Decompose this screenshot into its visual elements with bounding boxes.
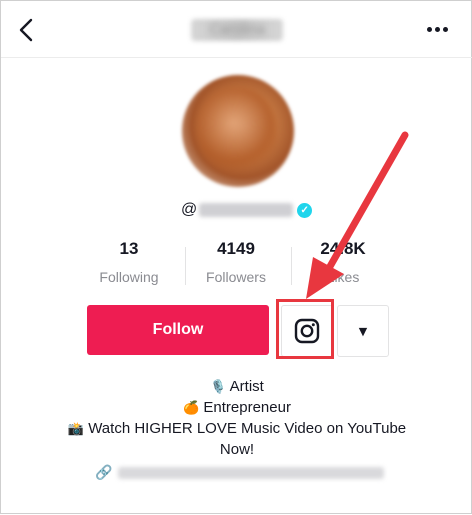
likes-label: Likes (326, 269, 360, 285)
following-count: 13 (119, 239, 139, 258)
back-button[interactable] (15, 15, 41, 45)
instagram-icon (294, 318, 320, 344)
more-horizontal-icon (427, 27, 432, 32)
triangle-down-icon: ▼ (358, 324, 368, 338)
followers-count: 4149 (217, 239, 255, 258)
username-handle-blurred (199, 203, 294, 217)
stat-following[interactable]: 13 Following (79, 239, 179, 285)
bio-line-artist: 🎙️ Artist (210, 378, 264, 395)
microphone-icon: 🎙️ (210, 380, 227, 395)
likes-count: 24.8K (320, 239, 366, 258)
suggested-accounts-dropdown[interactable]: ▼ (337, 305, 389, 357)
bio-link[interactable]: 🔗 (95, 463, 385, 483)
more-options-button[interactable] (427, 19, 453, 39)
following-label: Following (99, 269, 159, 285)
bio-link-url-blurred[interactable] (118, 467, 385, 479)
stat-likes[interactable]: 24.8K Likes (293, 239, 393, 285)
profile-name-text: Carolina (209, 21, 265, 38)
profile-screen: Carolina @ ✓ 13 Following 4149 Followers… (0, 0, 472, 514)
chevron-left-icon (19, 18, 33, 42)
bio-line-video: 📸 Watch HIGHER LOVE Music Video on YouTu… (67, 420, 407, 437)
username-row: @ ✓ (181, 199, 313, 221)
instagram-button[interactable] (281, 305, 333, 357)
top-bar: Carolina (1, 1, 472, 58)
at-symbol: @ (181, 201, 198, 218)
camera-flash-icon: 📸 (67, 422, 85, 437)
bio-line-entrepreneur: 🍊 Entrepreneur (183, 399, 291, 416)
bio-line-now: Now! (219, 441, 255, 458)
verified-check-icon: ✓ (297, 202, 313, 218)
orange-icon: 🍊 (183, 401, 200, 416)
followers-label: Followers (206, 269, 266, 285)
follow-button[interactable]: Follow (87, 305, 269, 355)
link-icon: 🔗 (95, 465, 113, 481)
stat-followers[interactable]: 4149 Followers (186, 239, 286, 285)
bio: 🎙️ Artist 🍊 Entrepreneur 📸 Watch HIGHER … (1, 377, 472, 460)
stat-divider (291, 247, 292, 285)
